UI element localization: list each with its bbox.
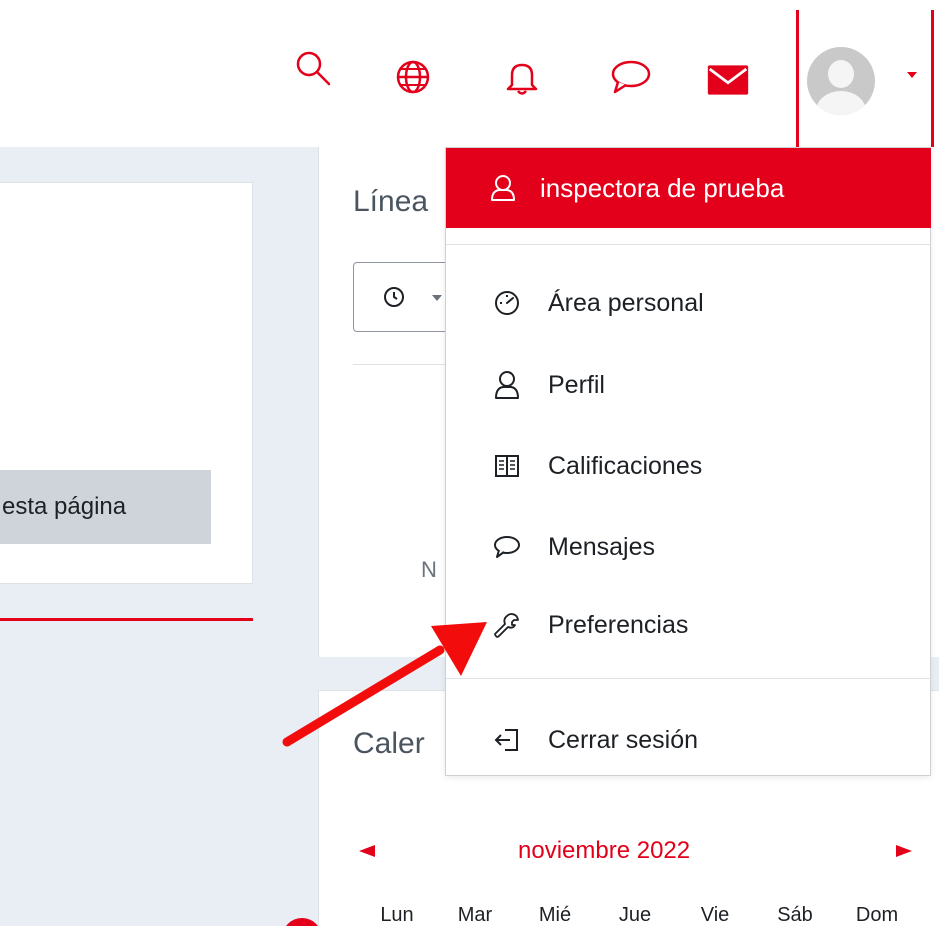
wrench-icon (492, 610, 522, 640)
user-fullname-item[interactable]: inspectora de prueba (446, 148, 931, 228)
menu-item-profile[interactable]: Perfil (446, 353, 931, 417)
language-icon[interactable] (391, 55, 435, 99)
timeline-title: Línea (353, 185, 429, 218)
menu-item-dashboard[interactable]: Área personal (446, 271, 931, 335)
calendar-weekdays: Lun Mar Mié Jue Vie Sáb Dom (359, 904, 919, 926)
chevron-down-icon[interactable] (907, 72, 917, 78)
weekday-label: Mié (538, 904, 572, 926)
user-fullname: inspectora de prueba (540, 172, 785, 203)
dashboard-icon (492, 288, 522, 318)
edit-page-button[interactable]: esta página (0, 470, 211, 544)
menu-item-label: Perfil (548, 370, 605, 399)
menu-item-label: Mensajes (548, 532, 655, 561)
weekday-label: Mar (457, 904, 493, 926)
mail-icon[interactable] (706, 58, 750, 102)
grades-icon (492, 451, 522, 481)
chevron-down-icon (432, 295, 442, 301)
calendar-title: Caler (353, 727, 425, 760)
avatar[interactable] (807, 47, 875, 115)
weekday-label: Lun (380, 904, 414, 926)
clock-icon (384, 287, 404, 307)
user-dropdown-menu: inspectora de prueba Área personal Perfi… (445, 147, 931, 776)
calendar-month-label[interactable]: noviembre 2022 (518, 837, 690, 865)
menu-item-label: Área personal (548, 288, 704, 317)
next-month-icon[interactable] (896, 845, 912, 857)
menu-item-preferences[interactable]: Preferencias (446, 593, 931, 657)
divider (446, 678, 931, 679)
menu-item-grades[interactable]: Calificaciones (446, 434, 931, 498)
page: esta página Línea N Caler noviembre 2022… (0, 0, 939, 926)
user-menu-toggle[interactable] (796, 10, 934, 150)
menu-item-logout[interactable]: Cerrar sesión (446, 708, 931, 772)
top-navbar (0, 0, 939, 150)
previous-month-icon[interactable] (359, 845, 375, 857)
empty-state-text: N (421, 557, 437, 582)
divider (446, 244, 931, 245)
weekday-label: Sáb (777, 904, 813, 926)
menu-item-label: Calificaciones (548, 451, 703, 480)
menu-item-label: Cerrar sesión (548, 725, 699, 754)
search-icon[interactable] (291, 46, 335, 90)
messages-icon[interactable] (609, 54, 653, 98)
logout-icon (492, 725, 522, 755)
weekday-label: Jue (618, 904, 652, 926)
menu-item-messages[interactable]: Mensajes (446, 515, 931, 579)
weekday-label: Dom (855, 904, 899, 926)
weekday-label: Vie (700, 904, 730, 926)
menu-item-label: Preferencias (548, 610, 689, 639)
notifications-icon[interactable] (500, 55, 544, 99)
user-icon (490, 174, 516, 202)
message-icon (492, 532, 522, 562)
user-icon (492, 370, 522, 400)
divider (0, 618, 253, 621)
